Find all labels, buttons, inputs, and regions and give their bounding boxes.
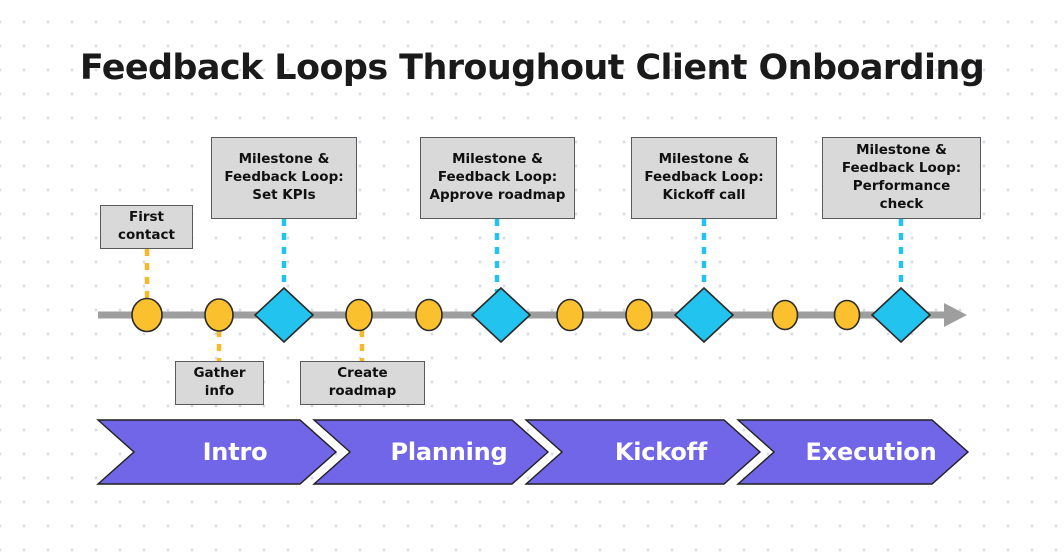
timeline-marker-diamond[interactable]: [870, 286, 932, 344]
phase-label-planning[interactable]: Planning: [350, 434, 548, 470]
timeline-marker-circle[interactable]: [833, 299, 861, 331]
task-label-line2: contact: [118, 227, 175, 243]
diagram-canvas: Feedback Loops Throughout Client Onboard…: [0, 0, 1064, 554]
timeline-marker-diamond[interactable]: [673, 286, 735, 344]
task-box-first-contact[interactable]: First contact: [100, 205, 193, 249]
milestone-label-line1: Milestone &: [452, 151, 543, 168]
task-connectors: [144, 249, 365, 362]
phase-label-execution[interactable]: Execution: [774, 434, 968, 470]
milestone-label-line1: Milestone &: [238, 151, 330, 168]
timeline-marker-circle[interactable]: [625, 298, 653, 332]
task-label-line1: First: [128, 209, 164, 226]
phase-label-intro[interactable]: Intro: [134, 434, 336, 470]
milestone-box-approve-roadmap[interactable]: Milestone & Feedback Loop: Approve roadm…: [420, 137, 575, 219]
milestone-box-set-kpis[interactable]: Milestone & Feedback Loop: Set KPIs: [211, 137, 357, 219]
milestone-label-line2: Feedback Loop:: [224, 169, 344, 186]
milestone-label-line2: Feedback Loop:: [644, 169, 764, 186]
timeline-marker-circle[interactable]: [204, 298, 234, 332]
task-label-line2: roadmap: [328, 383, 397, 399]
task-label-line1: Create: [337, 365, 388, 382]
milestone-box-performance-check[interactable]: Milestone & Feedback Loop: Performance c…: [822, 137, 981, 219]
milestone-label-line1: Milestone &: [658, 151, 750, 168]
milestone-box-kickoff-call[interactable]: Milestone & Feedback Loop: Kickoff call: [631, 137, 777, 219]
timeline-marker-circle[interactable]: [556, 298, 584, 332]
phase-label-kickoff[interactable]: Kickoff: [562, 434, 760, 470]
milestone-label-line3: Set KPIs: [252, 186, 316, 203]
milestone-connectors: [281, 219, 904, 292]
task-box-create-roadmap[interactable]: Create roadmap: [300, 361, 425, 405]
timeline-marker-circle[interactable]: [771, 299, 799, 331]
timeline-marker-circle[interactable]: [345, 298, 373, 332]
timeline-marker-circle[interactable]: [415, 298, 443, 332]
milestone-label-line2: Feedback Loop:: [841, 160, 962, 177]
task-label-line2: info: [204, 383, 235, 399]
task-label-line1: Gather: [193, 365, 246, 382]
timeline-marker-circle[interactable]: [131, 297, 163, 333]
milestone-label-line3: Performance check: [852, 178, 951, 212]
milestone-label-line1: Milestone &: [856, 142, 947, 159]
timeline-marker-diamond[interactable]: [470, 286, 532, 344]
diagram-graphics-layer: [96, 219, 970, 485]
timeline-marker-diamond[interactable]: [253, 286, 315, 344]
milestone-label-line3: Approve roadmap: [429, 186, 566, 203]
timeline-arrow-icon: [944, 303, 967, 327]
milestone-label-line2: Feedback Loop:: [437, 169, 558, 186]
milestone-label-line3: Kickoff call: [662, 186, 746, 203]
task-box-gather-info[interactable]: Gather info: [175, 361, 264, 405]
